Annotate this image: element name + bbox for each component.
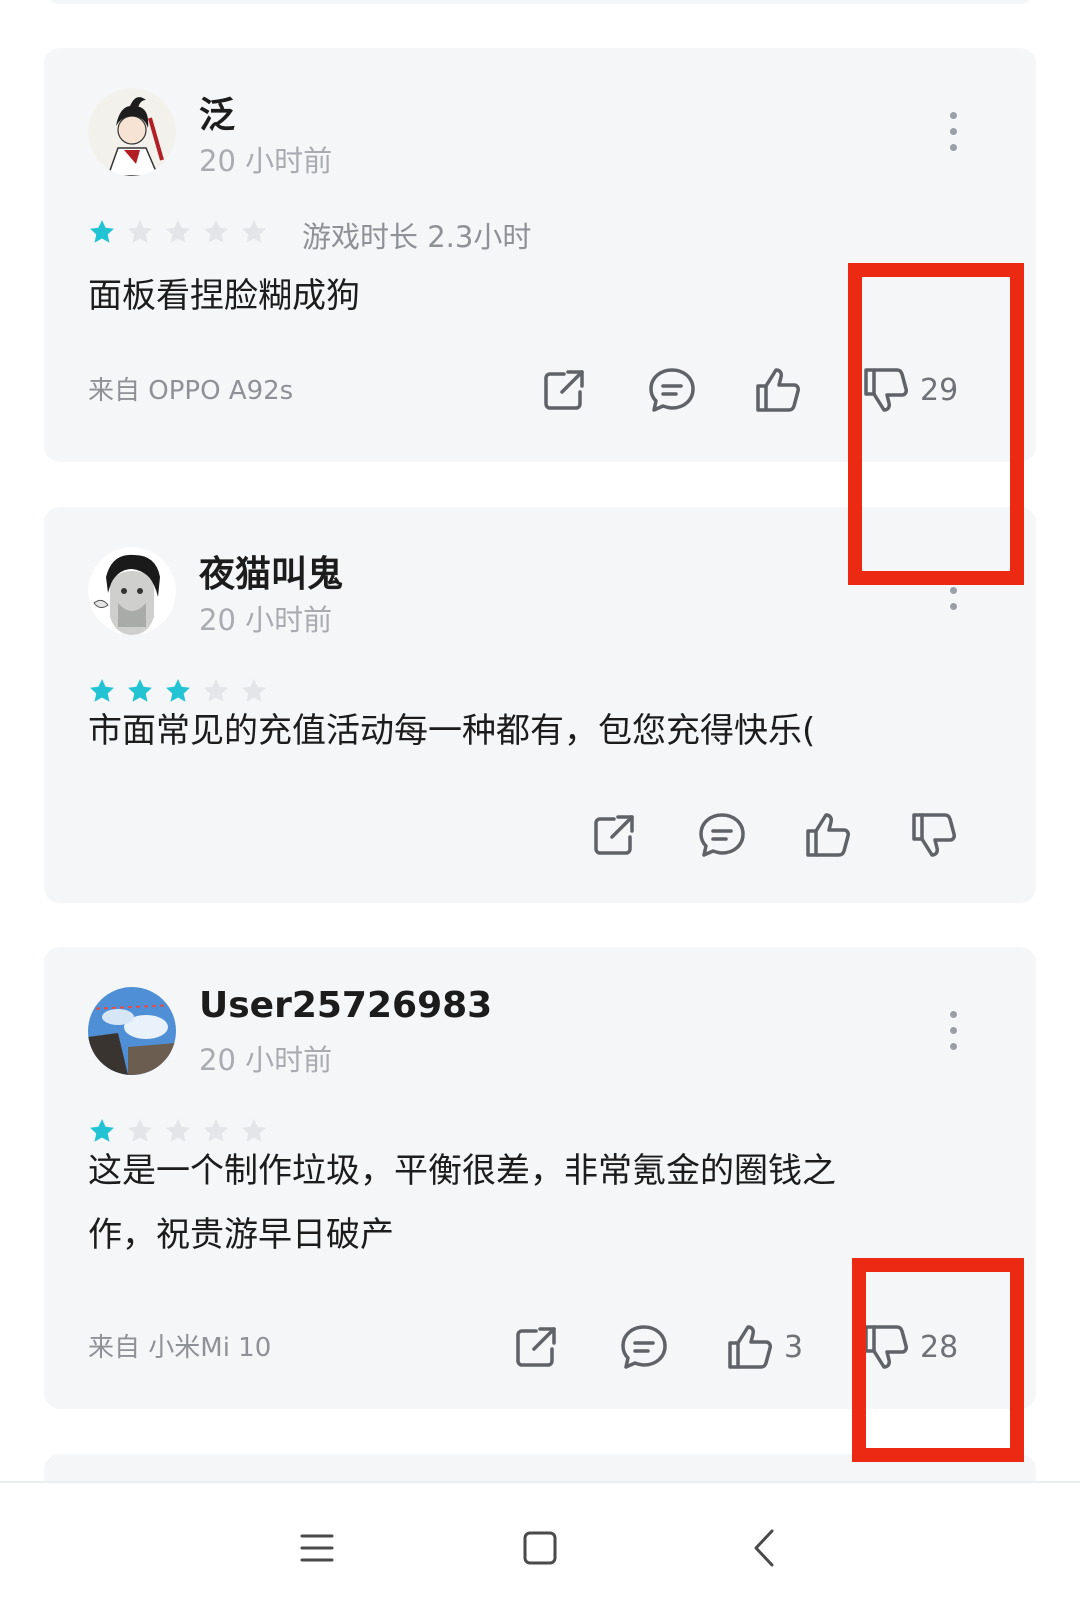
avatar[interactable] [88,88,176,176]
system-navigation-bar [0,1481,1080,1611]
avatar[interactable] [88,547,176,635]
comment-button[interactable] [696,809,748,861]
share-icon [594,815,634,855]
star-empty-icon [204,220,228,243]
comment-icon [699,813,745,857]
comment-button[interactable] [646,364,698,416]
dislike-button[interactable] [908,809,968,861]
back-icon[interactable] [740,1523,790,1573]
review-content[interactable]: 市面常见的充值活动每一种都有，包您充得快乐( [88,699,948,763]
like-button[interactable]: 3 [724,1321,803,1373]
playtime: 游戏时长 2.3小时 [302,220,532,254]
thumbs-up-icon [806,813,850,857]
avatar-image [88,547,176,635]
device-source: 来自 OPPO A92s [88,376,294,406]
username[interactable]: User25726983 [199,985,492,1026]
share-button[interactable] [538,364,590,416]
like-button[interactable] [802,809,862,861]
like-count: 3 [784,1329,804,1365]
share-icon [516,1327,556,1367]
comment-icon [649,368,695,412]
star-rating [88,218,268,248]
username[interactable]: 夜猫叫鬼 [199,545,343,597]
thumbs-down-icon [912,813,956,857]
share-button[interactable] [510,1321,562,1373]
avatar[interactable] [88,987,176,1075]
star-empty-icon [166,220,190,243]
avatar-image [88,987,176,1075]
review-content-line[interactable]: 这是一个制作垃圾，平衡很差，非常氪金的圈钱之 [88,1139,948,1203]
highlight-box [852,1258,1024,1462]
more-icon[interactable] [950,112,958,152]
home-icon[interactable] [515,1523,565,1573]
comment-icon [621,1325,667,1369]
star-empty-icon [128,220,152,243]
like-button[interactable] [752,364,812,416]
share-icon [544,370,584,410]
more-icon[interactable] [950,1011,958,1051]
share-button[interactable] [588,809,640,861]
menu-icon[interactable] [292,1523,342,1573]
star-empty-icon [242,220,266,243]
avatar-image [88,88,176,176]
comment-button[interactable] [618,1321,670,1373]
post-time: 20 小时前 [199,144,333,178]
highlight-box [848,263,1024,585]
username[interactable]: 泛 [199,86,235,138]
post-time: 20 小时前 [199,603,333,637]
device-source: 来自 小米Mi 10 [88,1333,272,1363]
previous-review-card [44,0,1036,4]
thumbs-up-icon [756,368,800,412]
star-filled-icon [90,220,114,243]
thumbs-up-icon [728,1325,772,1369]
review-content[interactable]: 面板看捏脸糊成狗 [88,264,948,328]
review-content-line[interactable]: 作，祝贵游早日破产 [88,1203,948,1267]
post-time: 20 小时前 [199,1043,333,1077]
